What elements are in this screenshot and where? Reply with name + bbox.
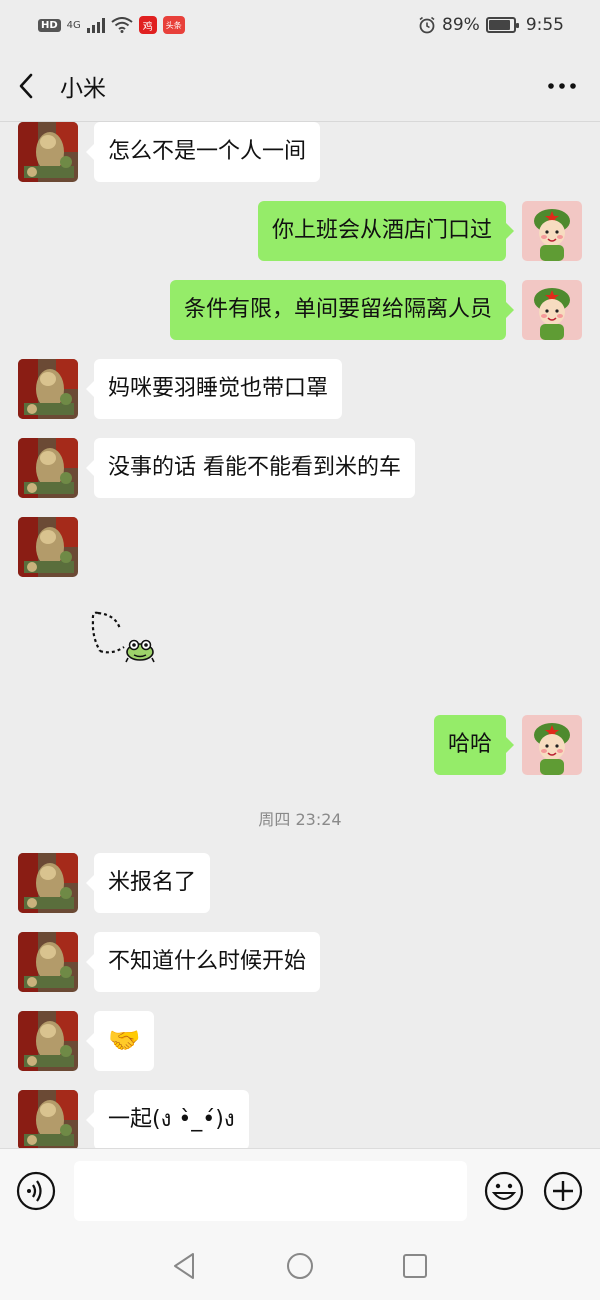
- contact-avatar[interactable]: [18, 932, 78, 992]
- message-input[interactable]: [74, 1161, 467, 1221]
- battery-percent: 89%: [442, 15, 480, 35]
- wifi-icon: [111, 17, 133, 33]
- contact-avatar[interactable]: [18, 517, 78, 577]
- chat-header: 小米: [0, 50, 600, 122]
- status-bar: HD 4G 鸡 头条 89% 9:55: [0, 0, 600, 50]
- sent-message-bubble[interactable]: 你上班会从酒店门口过: [257, 201, 515, 261]
- more-dots-icon: [548, 82, 576, 89]
- system-nav-bar: [0, 1232, 600, 1300]
- voice-input-icon[interactable]: [16, 1171, 56, 1211]
- contact-avatar[interactable]: [18, 1090, 78, 1148]
- signal-icon: [86, 17, 105, 33]
- handshake-emoji-bubble[interactable]: 🤝: [85, 1011, 155, 1071]
- alarm-icon: [419, 16, 435, 34]
- message-timestamp: 周四 23:24: [258, 810, 342, 829]
- emoji-icon[interactable]: [484, 1171, 524, 1211]
- received-message-bubble[interactable]: 怎么不是一个人一间: [85, 122, 321, 182]
- received-message-bubble[interactable]: 没事的话 看能不能看到米的车: [86, 438, 415, 498]
- message-input-bar: [0, 1148, 600, 1232]
- toutiao-notification-icon: 头条: [162, 16, 185, 34]
- sent-message-bubble[interactable]: 条件有限，单间要留给隔离人员: [169, 280, 515, 340]
- contact-avatar[interactable]: [18, 438, 78, 498]
- frog-sticker-icon[interactable]: [90, 607, 160, 667]
- contact-avatar[interactable]: [18, 853, 78, 913]
- sent-message-bubble[interactable]: 哈哈: [433, 715, 515, 775]
- battery-icon: [485, 17, 519, 33]
- contact-avatar[interactable]: [18, 1011, 78, 1071]
- received-message-bubble[interactable]: 米报名了: [85, 853, 211, 913]
- contact-avatar[interactable]: [18, 359, 78, 419]
- more-options-button[interactable]: [542, 66, 582, 106]
- network-type: 4G: [66, 19, 81, 31]
- clock: 9:55: [525, 15, 564, 35]
- back-arrow-icon: [19, 73, 33, 98]
- my-avatar[interactable]: [522, 715, 582, 775]
- chat-title: 小米: [60, 75, 106, 102]
- nav-home-icon[interactable]: [285, 1251, 315, 1281]
- hd-indicator: HD: [38, 18, 61, 32]
- status-right: 89% 9:55: [418, 15, 564, 35]
- my-avatar[interactable]: [522, 280, 582, 340]
- received-message-bubble[interactable]: 不知道什么时候开始: [85, 932, 321, 992]
- contact-avatar[interactable]: [18, 122, 78, 182]
- back-button[interactable]: [18, 66, 48, 106]
- nav-back-icon[interactable]: [171, 1251, 199, 1281]
- chat-message-list[interactable]: 怎么不是一个人一间 你上班会从酒店门口过 条件有限，单间要留给隔离人员 妈咪要羽…: [0, 122, 600, 1148]
- received-message-bubble[interactable]: 妈咪要羽睡觉也带口罩: [85, 359, 343, 419]
- my-avatar[interactable]: [522, 201, 582, 261]
- nav-recents-icon[interactable]: [401, 1252, 429, 1280]
- plus-icon[interactable]: [543, 1171, 583, 1211]
- received-message-bubble[interactable]: 一起(ง •̀_•́)ง: [86, 1090, 249, 1148]
- status-left: HD 4G 鸡 头条: [38, 16, 185, 34]
- app-notification-icon: 鸡: [138, 16, 157, 34]
